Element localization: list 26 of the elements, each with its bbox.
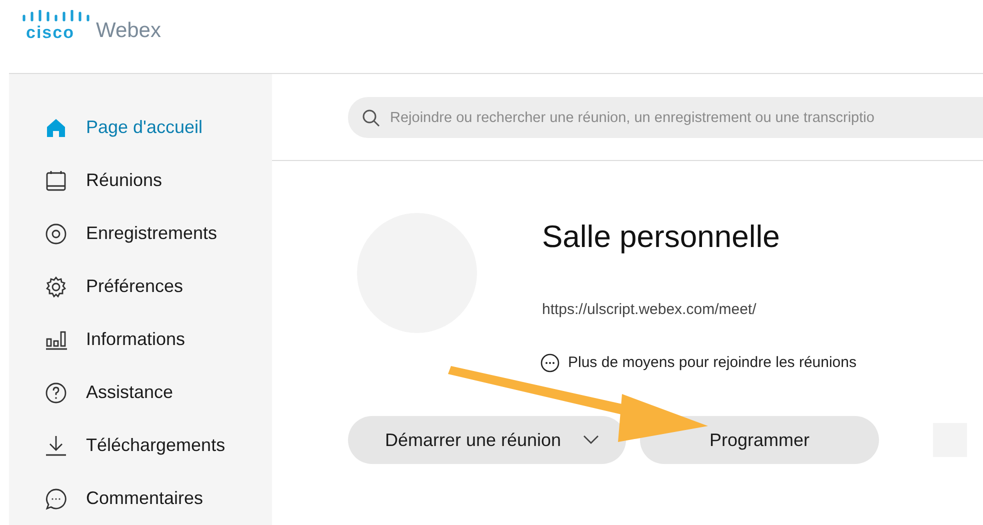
sidebar-item[interactable]: Informations xyxy=(44,317,272,362)
sidebar-item[interactable]: Page d'accueil xyxy=(44,105,272,150)
settings-icon xyxy=(44,274,68,298)
product-name: Webex xyxy=(96,20,161,42)
sidebar-item[interactable]: Commentaires xyxy=(44,476,272,521)
sidebar-item[interactable]: Enregistrements xyxy=(44,211,272,256)
logo-bars-icon xyxy=(22,10,90,24)
chat-icon xyxy=(44,486,68,510)
caret-icon xyxy=(583,435,600,445)
schedule-button[interactable]: Programmer xyxy=(640,416,879,464)
more-icon xyxy=(540,352,560,373)
search-field[interactable]: Rejoindre ou rechercher une réunion, un enregistrement ou une transcriptio xyxy=(348,97,983,138)
sidebar-item[interactable]: Téléchargements xyxy=(44,423,272,468)
download-icon xyxy=(44,434,68,458)
sidebar-item[interactable]: Réunions xyxy=(44,158,272,203)
help-icon xyxy=(44,380,68,404)
room-title: Salle personnelle xyxy=(542,218,781,256)
start-meeting-button[interactable]: Démarrer une réunion xyxy=(348,416,626,464)
sidebar-item[interactable]: Préférences xyxy=(44,264,272,309)
record-icon xyxy=(44,222,68,246)
more-ways-link[interactable]: Plus de moyens pour rejoindre les réunions xyxy=(568,352,856,374)
room-url: https://ulscript.webex.com/meet/ xyxy=(542,300,758,320)
calendar-icon xyxy=(44,168,68,192)
search-icon xyxy=(362,109,380,127)
sidebar-item[interactable]: Assistance xyxy=(44,370,272,415)
logo-wordmark: cisco xyxy=(25,24,74,42)
